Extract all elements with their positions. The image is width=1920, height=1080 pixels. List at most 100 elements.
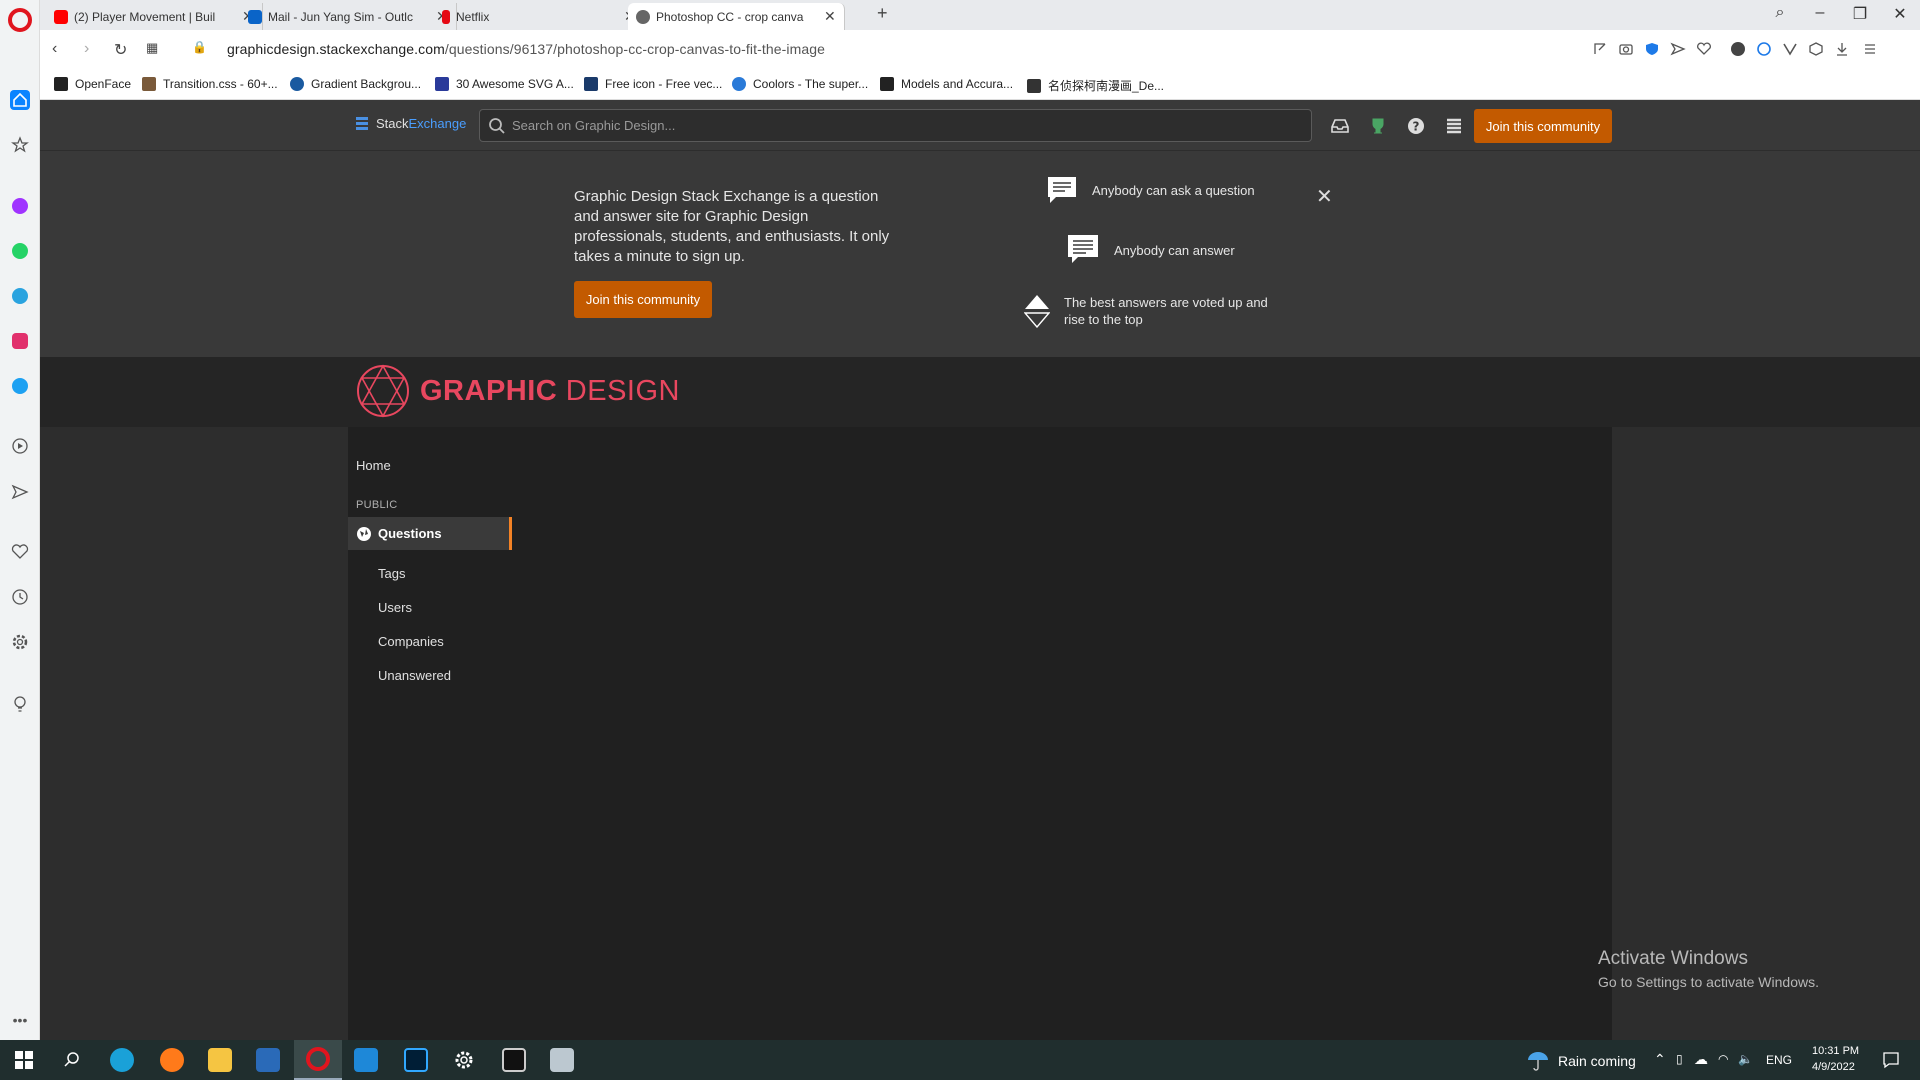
nav-home[interactable]: Home	[356, 458, 391, 473]
heart-icon[interactable]	[1696, 41, 1712, 57]
window-app-icon	[550, 1048, 574, 1072]
onedrive-cloud-icon[interactable]: ☁	[1694, 1051, 1708, 1068]
logo-exchange-text: Exchange	[408, 116, 467, 131]
powershell-app[interactable]	[244, 1040, 292, 1080]
messenger-icon[interactable]	[10, 196, 30, 216]
nav-unanswered[interactable]: Unanswered	[378, 668, 451, 683]
umbrella-weather-icon[interactable]	[1526, 1050, 1550, 1072]
achievements-trophy-icon[interactable]	[1368, 116, 1388, 136]
send-icon[interactable]	[1670, 41, 1686, 57]
banner-join-button[interactable]: Join this community	[574, 281, 712, 318]
bookmark-transition[interactable]: Transition.css - 60+...	[142, 77, 278, 91]
telegram-icon[interactable]	[10, 286, 30, 306]
help-icon[interactable]: ?	[1406, 116, 1426, 136]
inbox-icon[interactable]	[1330, 116, 1350, 136]
close-icon[interactable]: ✕	[1316, 184, 1333, 209]
bookmark-icon	[880, 77, 894, 91]
url-field[interactable]: graphicdesign.stackexchange.com/question…	[227, 41, 825, 57]
feature-answer-label: Anybody can answer	[1114, 242, 1235, 258]
new-tab-button[interactable]: +	[877, 3, 888, 24]
search-tabs-icon[interactable]: ⌕	[1765, 4, 1795, 22]
opera-logo-icon[interactable]	[8, 8, 32, 32]
search-input[interactable]: Search on Graphic Design...	[479, 109, 1312, 142]
heart-icon[interactable]	[10, 542, 30, 562]
bookmark-gradient[interactable]: Gradient Backgrou...	[290, 77, 421, 91]
notification-icon[interactable]	[1882, 1051, 1900, 1069]
nav-companies[interactable]: Companies	[378, 634, 444, 649]
cube-icon[interactable]	[1808, 41, 1824, 57]
tab-label: (2) Player Movement | Buil	[74, 9, 216, 24]
watermark-subtitle: Go to Settings to activate Windows.	[1598, 974, 1819, 990]
shield-icon[interactable]	[1644, 41, 1660, 57]
taskbar-search[interactable]	[48, 1040, 96, 1080]
volume-icon[interactable]: 🔈	[1738, 1052, 1753, 1066]
app-window[interactable]	[538, 1040, 586, 1080]
tab-outlook[interactable]: Mail - Jun Yang Sim - Outlc ✕	[240, 3, 457, 30]
clock-time[interactable]: 10:31 PM	[1812, 1045, 1859, 1057]
send-icon[interactable]	[10, 482, 30, 502]
avatar-icon[interactable]	[1730, 41, 1746, 57]
bookmark-coolors[interactable]: Coolors - The super...	[732, 77, 868, 91]
tab-photoshop-question[interactable]: Photoshop CC - crop canva ✕	[628, 3, 845, 30]
home-icon[interactable]	[10, 90, 30, 110]
minimize-icon[interactable]: –	[1805, 4, 1835, 22]
tab-netflix[interactable]: Netflix ✕	[434, 3, 645, 30]
language-indicator[interactable]: ENG	[1766, 1053, 1792, 1067]
device-icon[interactable]: ▯	[1676, 1052, 1683, 1066]
bookmark-free-icon[interactable]: Free icon - Free vec...	[584, 77, 722, 91]
tab-grid-icon[interactable]: ▦	[146, 40, 158, 56]
vscode-app[interactable]	[342, 1040, 390, 1080]
firefox-app[interactable]	[148, 1040, 196, 1080]
browser-sidebar: •••	[0, 0, 40, 1040]
graphic-design-emblem-icon	[357, 364, 409, 418]
bookmark-svg[interactable]: 30 Awesome SVG A...	[435, 77, 574, 91]
camera-icon[interactable]	[1618, 41, 1634, 57]
more-dots-icon[interactable]: •••	[10, 1010, 30, 1030]
whatsapp-icon[interactable]	[10, 241, 30, 261]
weather-label[interactable]: Rain coming	[1558, 1053, 1636, 1069]
close-icon[interactable]: ✕	[824, 8, 836, 25]
terminal-app[interactable]	[490, 1040, 538, 1080]
forward-icon[interactable]: ›	[84, 40, 89, 58]
download-icon[interactable]	[1834, 41, 1850, 57]
stackexchange-logo[interactable]: Stack Exchange	[356, 116, 466, 131]
tab-youtube[interactable]: (2) Player Movement | Buil ✕	[46, 3, 263, 30]
window-close-icon[interactable]: ✕	[1885, 4, 1915, 24]
restore-icon[interactable]: ❐	[1845, 4, 1875, 24]
history-clock-icon[interactable]	[10, 587, 30, 607]
opera-app[interactable]	[294, 1040, 342, 1080]
reload-icon[interactable]: ↻	[114, 40, 127, 60]
bookmark-star-icon[interactable]	[10, 135, 30, 155]
back-icon[interactable]: ‹	[52, 40, 57, 58]
bookmark-conan[interactable]: 名侦探柯南漫画_De...	[1027, 77, 1164, 94]
join-community-button[interactable]: Join this community	[1474, 109, 1612, 143]
file-explorer-app[interactable]	[196, 1040, 244, 1080]
feature-answer: Anybody can answer	[1066, 233, 1235, 267]
settings-app[interactable]	[440, 1040, 488, 1080]
settings-gear-icon[interactable]	[10, 632, 30, 652]
instagram-icon[interactable]	[10, 331, 30, 351]
extension-icon[interactable]	[1756, 41, 1772, 57]
bookmark-models[interactable]: Models and Accura...	[880, 77, 1013, 91]
wifi-icon[interactable]: ◠	[1718, 1052, 1728, 1066]
nav-questions[interactable]: Questions	[348, 517, 512, 550]
menu-icon[interactable]	[1862, 41, 1878, 57]
player-icon[interactable]	[10, 436, 30, 456]
lightbulb-icon[interactable]	[10, 694, 30, 714]
vpn-icon[interactable]	[1782, 41, 1798, 57]
bookmark-openface[interactable]: OpenFace	[54, 77, 131, 91]
nav-tags[interactable]: Tags	[378, 566, 405, 581]
site-switcher-icon[interactable]	[1444, 116, 1464, 136]
photoshop-app[interactable]	[392, 1040, 440, 1080]
url-path: /questions/96137/photoshop-cc-crop-canva…	[444, 41, 826, 57]
edit-share-icon[interactable]	[1592, 41, 1608, 57]
twitter-icon[interactable]	[10, 376, 30, 396]
feature-vote: The best answers are voted up and rise t…	[1024, 294, 1284, 328]
nav-users[interactable]: Users	[378, 600, 412, 615]
start-button[interactable]	[0, 1040, 48, 1080]
graphic-design-logo[interactable]: GRAPHIC DESIGN	[356, 364, 680, 418]
chevron-up-icon[interactable]: ⌃	[1654, 1051, 1666, 1068]
bookmark-icon	[142, 77, 156, 91]
clock-date[interactable]: 4/9/2022	[1812, 1061, 1855, 1073]
edge-app[interactable]	[98, 1040, 146, 1080]
